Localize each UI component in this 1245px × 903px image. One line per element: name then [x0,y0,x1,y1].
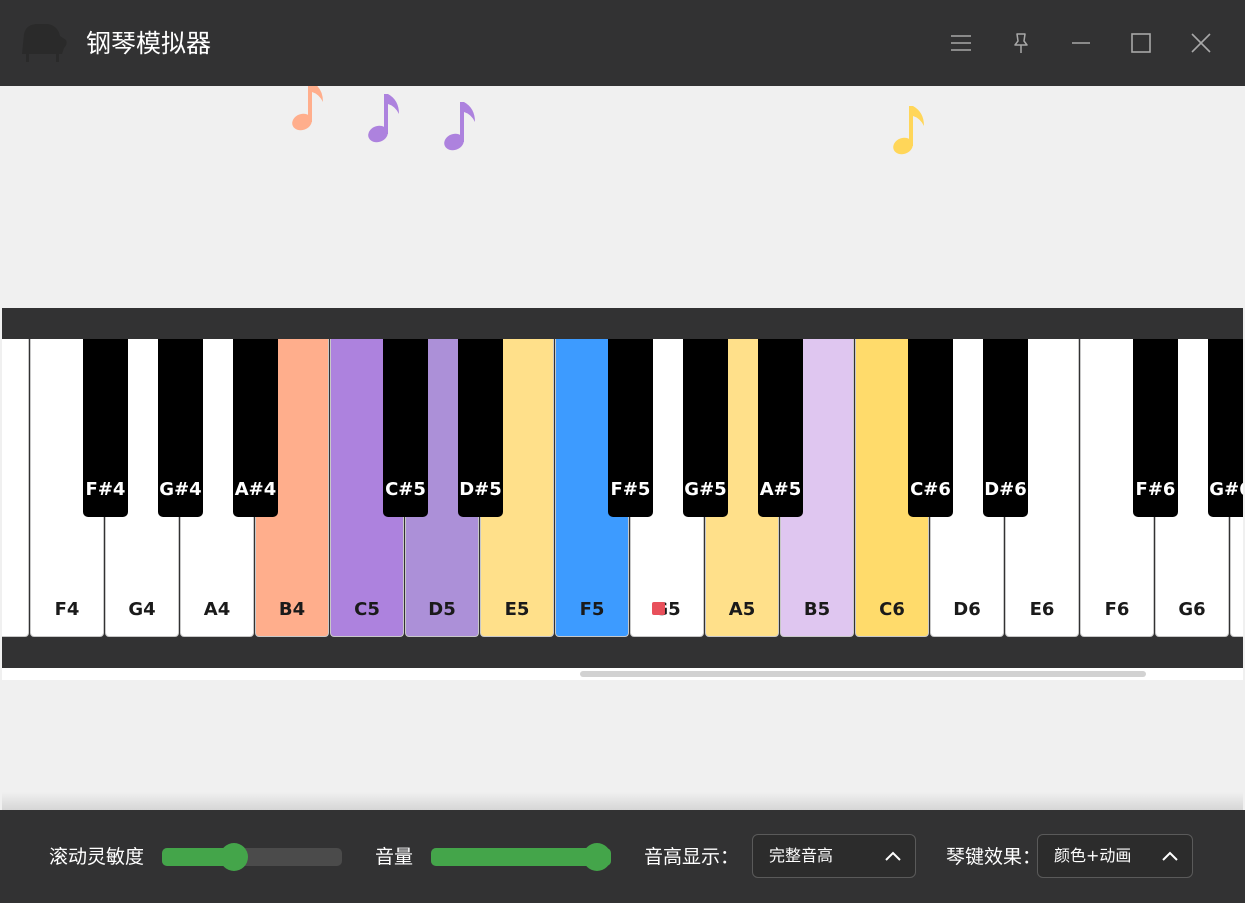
key-label: B4 [278,599,306,620]
key-label: F5 [579,599,605,620]
scroll-sensitivity-slider[interactable] [162,843,342,871]
key-label: F6 [1104,599,1130,620]
hamburger-icon [951,35,971,51]
menu-button[interactable] [941,23,981,63]
key-effect-value: 颜色+动画 [1054,846,1132,865]
black-key[interactable]: G#5 [683,339,728,517]
black-key[interactable]: C#6 [908,339,953,517]
key-effect-select[interactable]: 颜色+动画 [1037,834,1193,878]
white-key[interactable] [2,339,29,637]
black-key[interactable]: G#4 [158,339,203,517]
key-label: C5 [354,599,380,620]
key-label: A#4 [234,479,277,500]
key-label: D6 [953,599,981,620]
black-key[interactable]: D#6 [983,339,1028,517]
key-label: E6 [1029,599,1055,620]
key-label: C#6 [910,479,951,500]
key-label: F#4 [85,479,126,500]
black-key[interactable]: F#4 [83,339,128,517]
key-label: G#5 [684,479,727,500]
pitch-display-label: 音高显示： [644,846,740,868]
key-label: G#6 [1209,479,1243,500]
key-label: G4 [128,599,156,620]
key-label: D#5 [459,479,502,500]
pin-button[interactable] [1001,23,1041,63]
piano-keyboard[interactable]: F4 G4 A4 B4 C5 D5 E5 F5 G5 A5 B5 C6 D6 E6 F6 G6 F#4 G#4 A#… [2,339,1243,639]
key-label: F#6 [1135,479,1176,500]
empty-panel [2,680,1243,810]
black-key[interactable]: F#5 [608,339,653,517]
key-label: E5 [504,599,530,620]
key-label: G6 [1178,599,1206,620]
music-note-icon [893,106,924,155]
volume-label: 音量 [375,846,414,868]
black-key[interactable]: A#4 [233,339,278,517]
volume-slider[interactable] [431,843,611,871]
key-label: C#5 [385,479,426,500]
pitch-display-value: 完整音高 [769,846,834,865]
minimize-button[interactable] [1061,23,1101,63]
black-key[interactable]: D#5 [458,339,503,517]
key-label: D#6 [984,479,1027,500]
title-bar[interactable]: 钢琴模拟器 [0,0,1245,86]
piano-app-window: 钢琴模拟器 F4 G4 A4 B4 C5 D5 E5 F5 G5 A5 B5 C… [0,0,1245,903]
maximize-button[interactable] [1121,23,1161,63]
music-note-icon [292,86,323,131]
key-effect-label: 琴键效果： [946,846,1042,868]
minimize-icon [1072,42,1090,44]
key-label: G5 [653,599,681,620]
music-note-icon [444,102,475,151]
scrollbar-thumb[interactable] [580,671,1146,677]
close-icon [1191,33,1211,53]
key-label: G#4 [159,479,202,500]
slider-handle[interactable] [583,843,611,871]
key-press-indicator [652,602,665,615]
black-key[interactable]: F#6 [1133,339,1178,517]
key-label: A4 [203,599,231,620]
pin-icon [1014,33,1028,53]
app-title: 钢琴模拟器 [86,29,212,58]
pitch-display-select[interactable]: 完整音高 [752,834,916,878]
black-key[interactable]: A#5 [758,339,803,517]
key-label: F#5 [610,479,651,500]
note-animation-area [2,86,1241,308]
slider-handle[interactable] [220,843,248,871]
music-note-icon [368,94,399,143]
keyboard-scrollbar[interactable] [2,668,1243,680]
scroll-sensitivity-label: 滚动灵敏度 [49,846,145,868]
key-label: B5 [803,599,831,620]
black-key[interactable]: G#6 [1208,339,1243,517]
key-label: F4 [54,599,80,620]
control-bar: 滚动灵敏度 音量 音高显示： 完整音高 琴键效果： 颜色+动画 [0,810,1245,903]
key-label: C6 [879,599,905,620]
chevron-up-icon [885,851,901,861]
grand-piano-icon [22,24,67,62]
black-key[interactable]: C#5 [383,339,428,517]
chevron-up-icon [1162,851,1178,861]
maximize-icon [1131,33,1151,53]
close-button[interactable] [1181,23,1221,63]
key-label: D5 [428,599,456,620]
key-label: A#5 [759,479,802,500]
key-label: A5 [728,599,756,620]
